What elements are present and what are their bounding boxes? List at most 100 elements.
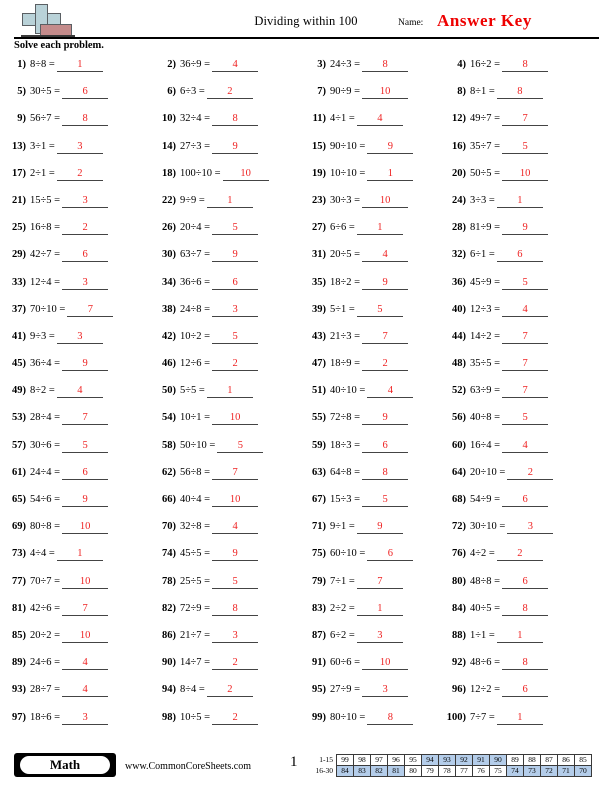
problem-answer[interactable]: 6 — [502, 494, 549, 507]
problem-answer[interactable]: 6 — [502, 576, 549, 589]
problem-answer[interactable]: 1 — [496, 195, 543, 208]
problem-answer[interactable]: 6 — [62, 467, 109, 480]
problem-answer[interactable]: 8 — [502, 657, 549, 671]
problem-answer[interactable]: 9 — [362, 277, 409, 290]
problem-answer[interactable]: 7 — [502, 113, 549, 127]
problem-answer[interactable]: 6 — [502, 684, 549, 698]
problem-answer[interactable]: 3 — [212, 304, 259, 317]
problem-answer[interactable]: 7 — [356, 576, 403, 589]
problem-answer[interactable]: 10 — [362, 195, 409, 208]
problem-answer[interactable]: 1 — [367, 168, 414, 181]
problem-answer[interactable]: 5 — [212, 331, 259, 344]
problem-answer[interactable]: 8 — [362, 467, 409, 480]
problem-answer[interactable]: 3 — [507, 521, 554, 535]
problem-answer[interactable]: 9 — [62, 494, 109, 507]
problem-answer[interactable]: 1 — [496, 630, 543, 643]
problem-answer[interactable]: 5 — [502, 277, 549, 290]
problem-answer[interactable]: 6 — [62, 86, 109, 100]
problem-answer[interactable]: 8 — [212, 113, 259, 127]
problem-answer[interactable]: 5 — [502, 412, 549, 426]
problem-answer[interactable]: 8 — [502, 603, 549, 616]
problem-answer[interactable]: 6 — [212, 277, 259, 290]
problem-answer[interactable]: 7 — [362, 331, 409, 344]
problem-answer[interactable]: 1 — [56, 59, 103, 72]
problem-answer[interactable]: 1 — [56, 548, 103, 562]
problem-answer[interactable]: 8 — [212, 603, 259, 616]
problem-answer[interactable]: 9 — [362, 412, 409, 426]
problem-answer[interactable]: 10 — [62, 521, 109, 535]
problem-answer[interactable]: 9 — [212, 141, 259, 154]
problem-answer[interactable]: 1 — [356, 603, 403, 616]
problem-answer[interactable]: 3 — [56, 331, 103, 344]
problem-answer[interactable]: 2 — [496, 548, 543, 562]
problem-answer[interactable]: 4 — [62, 684, 109, 698]
problem-answer[interactable]: 4 — [62, 657, 109, 671]
problem-answer[interactable]: 8 — [62, 113, 109, 127]
problem-answer[interactable]: 9 — [502, 222, 549, 236]
problem-answer[interactable]: 1 — [206, 195, 253, 208]
problem-answer[interactable]: 2 — [62, 222, 109, 236]
problem-answer[interactable]: 10 — [212, 412, 259, 426]
problem-answer[interactable]: 3 — [62, 195, 109, 208]
problem-answer[interactable]: 3 — [362, 684, 409, 698]
problem-answer[interactable]: 2 — [212, 712, 259, 725]
problem-answer[interactable]: 7 — [502, 385, 549, 399]
problem-answer[interactable]: 4 — [356, 113, 403, 127]
problem-answer[interactable]: 9 — [212, 249, 259, 263]
problem-answer[interactable]: 5 — [62, 440, 109, 453]
problem-answer[interactable]: 5 — [217, 440, 264, 453]
problem-answer[interactable]: 4 — [502, 440, 549, 453]
problem-answer[interactable]: 6 — [62, 249, 109, 263]
problem-answer[interactable]: 5 — [212, 576, 259, 589]
problem-answer[interactable]: 8 — [496, 86, 543, 100]
problem-answer[interactable]: 9 — [62, 358, 109, 372]
problem-answer[interactable]: 2 — [362, 358, 409, 372]
problem-answer[interactable]: 4 — [212, 59, 259, 72]
problem-answer[interactable]: 5 — [212, 222, 259, 236]
problem-answer[interactable]: 6 — [362, 440, 409, 453]
problem-answer[interactable]: 3 — [62, 277, 109, 290]
problem-answer[interactable]: 3 — [56, 141, 103, 154]
problem-answer[interactable]: 4 — [56, 385, 103, 399]
problem-answer[interactable]: 2 — [212, 657, 259, 671]
problem-answer[interactable]: 5 — [502, 141, 549, 154]
problem-answer[interactable]: 1 — [356, 222, 403, 236]
problem-answer[interactable]: 3 — [356, 630, 403, 643]
problem-answer[interactable]: 7 — [502, 331, 549, 344]
problem-answer[interactable]: 8 — [367, 712, 414, 725]
problem-answer[interactable]: 10 — [362, 86, 409, 100]
problem-answer[interactable]: 10 — [62, 630, 109, 643]
problem-answer[interactable]: 5 — [356, 304, 403, 317]
problem-answer[interactable]: 9 — [356, 521, 403, 535]
problem-answer[interactable]: 10 — [62, 576, 109, 589]
problem-answer[interactable]: 4 — [502, 304, 549, 317]
problem-answer[interactable]: 2 — [56, 168, 103, 181]
problem-answer[interactable]: 7 — [62, 603, 109, 616]
problem-answer[interactable]: 7 — [67, 304, 114, 317]
problem-answer[interactable]: 3 — [212, 630, 259, 643]
problem-answer[interactable]: 9 — [367, 141, 414, 154]
problem-answer[interactable]: 5 — [362, 494, 409, 507]
problem-answer[interactable]: 10 — [222, 168, 269, 181]
problem-answer[interactable]: 6 — [496, 249, 543, 263]
problem-answer[interactable]: 10 — [212, 494, 259, 507]
problem-answer[interactable]: 3 — [62, 712, 109, 725]
problem-answer[interactable]: 4 — [362, 249, 409, 263]
problem-answer[interactable]: 10 — [362, 657, 409, 671]
problem-answer[interactable]: 7 — [502, 358, 549, 372]
problem-answer[interactable]: 2 — [212, 358, 259, 372]
problem-answer[interactable]: 4 — [212, 521, 259, 535]
problem-answer[interactable]: 6 — [367, 548, 414, 562]
problem-answer[interactable]: 1 — [496, 712, 543, 725]
problem-answer[interactable]: 1 — [206, 385, 253, 399]
problem-answer[interactable]: 2 — [507, 467, 554, 480]
problem-answer[interactable]: 2 — [206, 86, 253, 100]
problem-answer[interactable]: 4 — [367, 385, 414, 399]
problem-answer[interactable]: 9 — [212, 548, 259, 562]
problem-answer[interactable]: 8 — [362, 59, 409, 72]
problem-answer[interactable]: 10 — [502, 168, 549, 181]
problem-answer[interactable]: 7 — [62, 412, 109, 426]
problem-answer[interactable]: 8 — [502, 59, 549, 72]
problem-answer[interactable]: 7 — [212, 467, 259, 480]
problem-answer[interactable]: 2 — [206, 684, 253, 698]
